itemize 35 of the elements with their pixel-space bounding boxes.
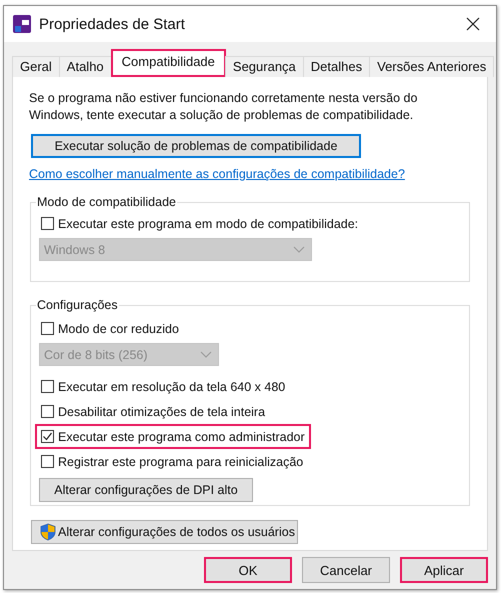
tab[interactable]: Atalho: [58, 56, 112, 77]
dpi-settings-button[interactable]: Alterar configurações de DPI alto: [39, 478, 253, 502]
help-link[interactable]: Como escolher manualmente as configurações de compatibilidade?: [29, 167, 405, 181]
description-text: Se o programa não estiver funcionando corretamente nesta versão do Windows, tente executar a solução de problemas de compatibilidade.: [29, 90, 418, 124]
checkmark-icon: [42, 431, 53, 442]
tab[interactable]: Compatibilidade: [110, 49, 226, 77]
window-title: Propriedades de Start: [39, 16, 186, 32]
tab[interactable]: Detalhes: [302, 56, 370, 77]
checkbox-label[interactable]: Executar este programa como administrador: [58, 430, 305, 444]
shield-icon: [40, 523, 56, 541]
group-title: Configurações: [36, 298, 119, 312]
tab[interactable]: Versões Anteriores: [369, 56, 494, 77]
dialog-button[interactable]: OK: [204, 557, 292, 583]
checkbox[interactable]: [41, 455, 54, 468]
checkbox[interactable]: [41, 217, 54, 230]
chevron-down-icon: [200, 351, 212, 358]
checkbox[interactable]: [41, 380, 54, 393]
troubleshoot-button[interactable]: Executar solução de problemas de compatibilidade: [31, 134, 361, 158]
tab[interactable]: Geral: [12, 56, 60, 77]
checkbox-label[interactable]: Desabilitar otimizações de tela inteira: [58, 404, 266, 418]
checkbox-label[interactable]: Registrar este programa para reinicialização: [58, 454, 304, 468]
all-users-settings-button[interactable]: Alterar configurações de todos os usuários: [31, 520, 298, 544]
dialog-button[interactable]: Aplicar: [400, 557, 488, 583]
checkbox[interactable]: [41, 430, 54, 443]
checkbox[interactable]: [41, 405, 54, 418]
checkbox-label[interactable]: Executar este programa em modo de compatibilidade:: [58, 216, 358, 230]
app-icon: [13, 15, 31, 33]
dialog-button[interactable]: Cancelar: [302, 557, 390, 583]
tab[interactable]: Segurança: [224, 56, 304, 77]
checkbox-label[interactable]: Executar em resolução da tela 640 x 480: [58, 380, 286, 394]
chevron-down-icon: [293, 246, 305, 253]
group-title: Modo de compatibilidade: [36, 195, 177, 209]
close-icon: [466, 17, 480, 31]
checkbox-label[interactable]: Modo de cor reduzido: [58, 322, 179, 336]
checkbox[interactable]: [41, 322, 54, 335]
